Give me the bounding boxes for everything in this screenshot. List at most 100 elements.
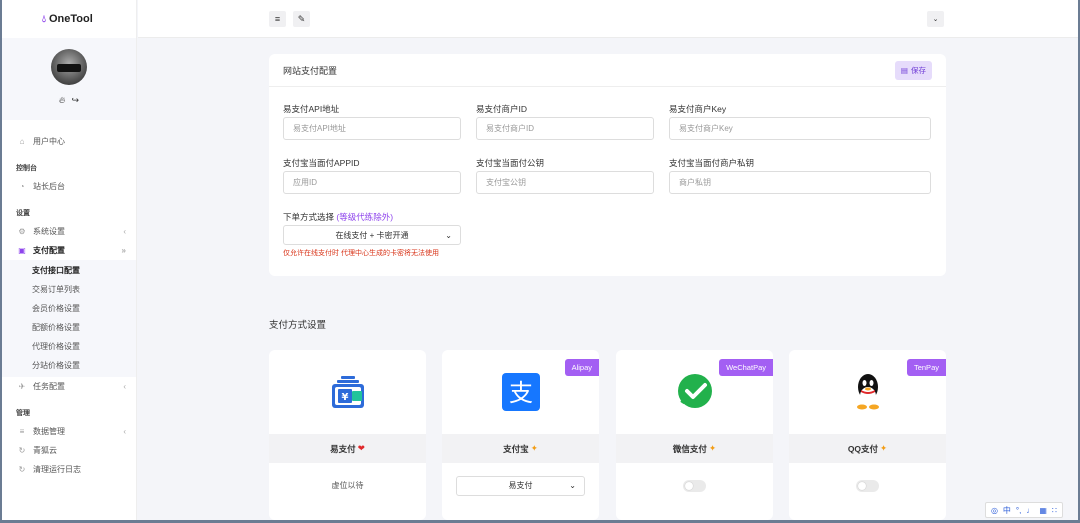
submenu-item[interactable]: 分站价格设置	[2, 356, 136, 375]
payment-name: 易支付	[330, 443, 356, 454]
chevron-left-icon: ‹	[123, 227, 126, 236]
order-method-warning: 仅允许在线支付时 代理中心生成的卡密将无法使用	[283, 250, 439, 257]
flame-logo-icon: 💧︎	[42, 13, 46, 25]
payment-name: QQ支付	[847, 443, 879, 454]
payment-card-wechat: WeChatPay 微信支付 ✦	[616, 350, 773, 520]
theme-button[interactable]: ✎	[293, 11, 310, 27]
qq-pay-toggle[interactable]	[856, 479, 879, 492]
app-logo[interactable]: 💧︎ OneTool	[2, 0, 136, 38]
epay-api-input[interactable]: 易支付API地址	[283, 117, 461, 140]
alipay-public-key-input[interactable]: 支付宝公钥	[476, 171, 654, 194]
refresh-icon: ↻	[18, 465, 26, 474]
alipay-channel-value: 易支付	[508, 481, 533, 490]
chevron-left-icon: ‹	[123, 382, 126, 391]
alipay-private-key-input[interactable]: 商户私钥	[669, 171, 931, 194]
field-epay-api: 易支付API地址 易支付API地址	[283, 103, 461, 140]
topbar: ≡ ✎ ⌄	[138, 0, 1078, 38]
dashboard-icon: ◔	[19, 182, 25, 191]
field-alipay-private-key: 支付宝当面付商户私钥 商户私钥	[669, 157, 931, 194]
sidebar-item-label: 数据管理	[33, 427, 65, 436]
sidebar-item-label: 青狐云	[33, 446, 57, 455]
payment-card-epay: ¥ 易支付 ❤ 虚位以待	[269, 350, 426, 520]
field-label: 易支付商户ID	[476, 104, 528, 114]
sidebar-item-system-settings[interactable]: ⚙ 系统设置 ‹	[2, 222, 136, 241]
field-order-method: 下单方式选择 (等级代练除外) 在线支付 + 卡密开通 ⌄ 仅允许在线支付时 代…	[283, 211, 461, 258]
sidebar-item-payment-config[interactable]: ▣ 支付配置 »	[2, 241, 136, 260]
app-name: OneTool	[49, 13, 93, 25]
qq-logo-icon	[856, 374, 879, 410]
grid-icon[interactable]: ∷	[1052, 506, 1057, 515]
profile-panel: 🔥︎ ↪	[2, 38, 136, 120]
order-method-value: 在线支付 + 卡密开通	[335, 230, 409, 240]
field-label: 易支付商户Key	[669, 104, 727, 114]
order-method-hint: (等级代练除外)	[336, 212, 394, 222]
refresh-icon: ↻	[18, 446, 26, 455]
sidebar-item-label: 任务配置	[33, 382, 65, 391]
sidebar-item-admin[interactable]: ◔ 站长后台	[2, 177, 136, 196]
field-alipay-public-key: 支付宝当面付公钥 支付宝公钥	[476, 157, 654, 194]
chevron-down-icon: »	[121, 246, 126, 255]
card-title: 网站支付配置	[283, 65, 338, 76]
epay-merchant-key-input[interactable]: 易支付商户Key	[669, 117, 931, 140]
payment-name: 支付宝	[503, 443, 529, 454]
field-alipay-appid: 支付宝当面付APPID 应用ID	[283, 157, 461, 194]
svg-text:¥: ¥	[341, 392, 348, 403]
sidebar-item-data-management[interactable]: ≡ 数据管理 ‹	[2, 422, 136, 441]
payment-config-card: 网站支付配置 ▤ 保存 易支付API地址 易支付API地址 易支付商户ID 易支…	[269, 54, 946, 276]
sidebar-item-qinghu-cloud[interactable]: ↻ 青狐云	[2, 441, 136, 460]
app-window: 💧︎ OneTool 🔥︎ ↪ ⌂ 用户中心 控制台 ◔ 站长后台 设置 ⚙ 系	[0, 0, 1080, 523]
bar-chart-icon: ≡	[19, 427, 25, 436]
hamburger-icon: ≡	[274, 14, 281, 24]
avatar[interactable]	[51, 49, 87, 85]
save-label: 保存	[911, 65, 926, 75]
punctuation-icon[interactable]: °,	[1016, 506, 1021, 515]
chevron-down-icon: ⌄	[932, 16, 939, 23]
epay-merchant-id-input[interactable]: 易支付商户ID	[476, 117, 654, 140]
alipay-appid-input[interactable]: 应用ID	[283, 171, 461, 194]
flame-icon[interactable]: 🔥︎	[59, 95, 66, 106]
submenu-item[interactable]: 代理价格设置	[2, 337, 136, 356]
sidebar-item-label: 用户中心	[33, 137, 65, 146]
star-icon: ✦	[708, 443, 717, 453]
keyboard-icon[interactable]: ▦	[1039, 506, 1047, 515]
sidebar-item-task-config[interactable]: ✈ 任务配置 ‹	[2, 377, 136, 396]
star-icon: ✦	[530, 443, 538, 453]
payment-badge: TenPay	[906, 359, 946, 376]
submenu-item[interactable]: 交易订单列表	[2, 280, 136, 299]
field-label: 支付宝当面付商户私钥	[669, 158, 755, 168]
payment-placeholder-text: 虚位以待	[331, 481, 364, 490]
epay-logo-icon: ¥	[331, 376, 364, 408]
cart-icon: ✈	[18, 382, 26, 391]
save-button[interactable]: ▤ 保存	[894, 60, 932, 80]
sidebar-item-clear-logs[interactable]: ↻ 清理运行日志	[2, 460, 136, 479]
payment-name: 微信支付	[672, 443, 707, 454]
ime-toolbar: ◎ 中 °, ♩ ▦ ∷	[984, 502, 1063, 518]
field-epay-merchant-key: 易支付商户Key 易支付商户Key	[669, 103, 931, 140]
ime-language[interactable]: 中	[1003, 505, 1011, 516]
chevron-left-icon: ‹	[123, 427, 126, 436]
alipay-channel-select[interactable]: 易支付 ⌄	[456, 475, 585, 496]
order-method-select[interactable]: 在线支付 + 卡密开通 ⌄	[283, 225, 461, 245]
menu-toggle-button[interactable]: ≡	[269, 11, 286, 27]
user-menu-button[interactable]: ⌄	[927, 11, 944, 27]
field-label: 支付宝当面付公钥	[476, 158, 545, 168]
payment-submenu: 支付接口配置 交易订单列表 会员价格设置 配额价格设置 代理价格设置 分站价格设…	[2, 260, 136, 377]
field-label: 下单方式选择 (等级代练除外)	[283, 211, 461, 225]
heart-icon: ❤	[357, 443, 365, 453]
submenu-item[interactable]: 支付接口配置	[2, 261, 136, 280]
field-label: 易支付API地址	[283, 104, 340, 114]
sidebar-item-label: 系统设置	[33, 227, 65, 236]
gear-icon: ⚙	[18, 227, 26, 236]
home-icon: ⌂	[19, 137, 25, 146]
field-label: 支付宝当面付APPID	[283, 158, 360, 168]
wechat-pay-toggle[interactable]	[683, 479, 706, 492]
svg-text:支: 支	[509, 379, 533, 407]
ime-logo-icon[interactable]: ◎	[991, 506, 998, 515]
sidebar-item-label: 站长后台	[33, 182, 65, 191]
logout-icon[interactable]: ↪	[72, 95, 80, 106]
save-icon: ▤	[900, 65, 908, 75]
submenu-item[interactable]: 配额价格设置	[2, 318, 136, 337]
submenu-item[interactable]: 会员价格设置	[2, 299, 136, 318]
microphone-icon[interactable]: ♩	[1026, 506, 1034, 515]
sidebar-item-user-center[interactable]: ⌂ 用户中心	[2, 132, 136, 151]
